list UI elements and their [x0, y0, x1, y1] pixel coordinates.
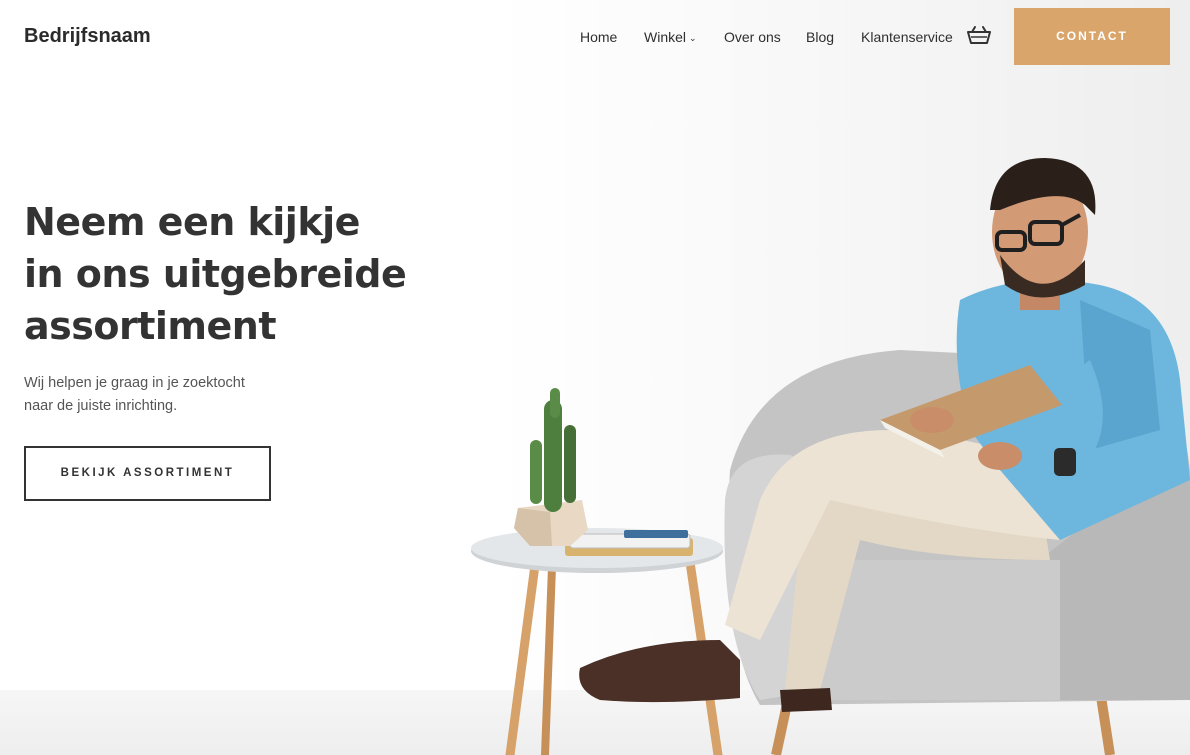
hero-subtitle-line: naar de juiste inrichting. — [24, 398, 178, 414]
hero-title-line: in ons uitgebreide — [24, 252, 407, 296]
hero-title-line: assortiment — [24, 304, 277, 348]
hero-title: Neem een kijkje in ons uitgebreide assor… — [24, 196, 444, 352]
contact-button[interactable]: CONTACT — [1014, 8, 1170, 65]
hero-title-line: Neem een kijkje — [24, 200, 360, 244]
nav-item-winkel-label: Winkel — [644, 29, 687, 45]
nav-item-klantenservice[interactable]: Klantenservice — [861, 29, 953, 45]
nav-item-over-ons[interactable]: Over ons — [724, 29, 781, 45]
nav-item-winkel[interactable]: Winkel ⌄ — [644, 29, 697, 45]
site-header: Bedrijfsnaam Home Winkel ⌄ Over ons Blog … — [0, 0, 1190, 75]
brand-logo[interactable]: Bedrijfsnaam — [24, 25, 151, 48]
cactus-plant — [514, 388, 588, 546]
basket-icon[interactable] — [966, 22, 992, 48]
nav-item-blog[interactable]: Blog — [806, 29, 834, 45]
hero-subtitle-line: Wij helpen je graag in je zoektocht — [24, 375, 245, 391]
chevron-down-icon: ⌄ — [689, 33, 697, 43]
view-assortment-button[interactable]: BEKIJK ASSORTIMENT — [24, 446, 271, 501]
hero-subtitle: Wij helpen je graag in je zoektocht naar… — [24, 372, 284, 418]
tablet — [565, 530, 693, 556]
nav-item-home[interactable]: Home — [580, 29, 617, 45]
